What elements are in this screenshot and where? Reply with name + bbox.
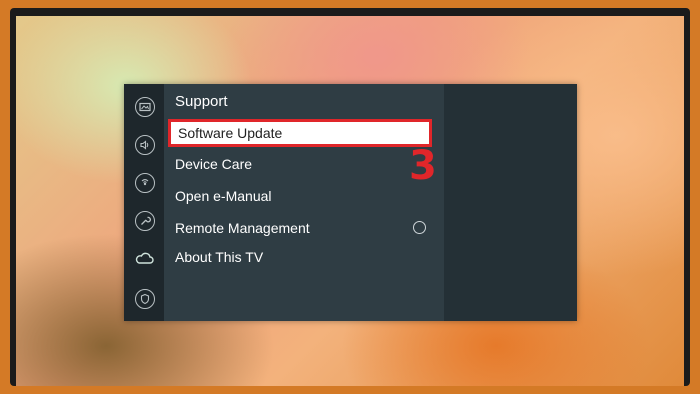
support-cloud-icon[interactable] [135,249,155,269]
privacy-shield-icon[interactable] [135,289,155,309]
menu-item-about-this-tv[interactable]: About This TV [175,246,425,268]
menu-item-device-care[interactable]: Device Care [175,153,425,175]
remote-management-toggle[interactable] [413,221,426,234]
picture-icon[interactable] [135,97,155,117]
broadcasting-icon[interactable] [135,173,155,193]
general-wrench-icon[interactable] [135,211,155,231]
page-title: Support [175,93,228,110]
step-annotation: 3 [409,143,437,189]
menu-item-remote-management[interactable]: Remote Management [175,217,425,239]
settings-menu: Support Software Update Device Care Open… [124,84,577,321]
detail-pane [444,84,577,321]
sound-icon[interactable] [135,135,155,155]
settings-icon-bar [124,84,164,321]
support-panel: Support Software Update Device Care Open… [164,84,444,321]
menu-item-software-update[interactable]: Software Update [168,119,432,147]
menu-item-open-e-manual[interactable]: Open e-Manual [175,185,425,207]
